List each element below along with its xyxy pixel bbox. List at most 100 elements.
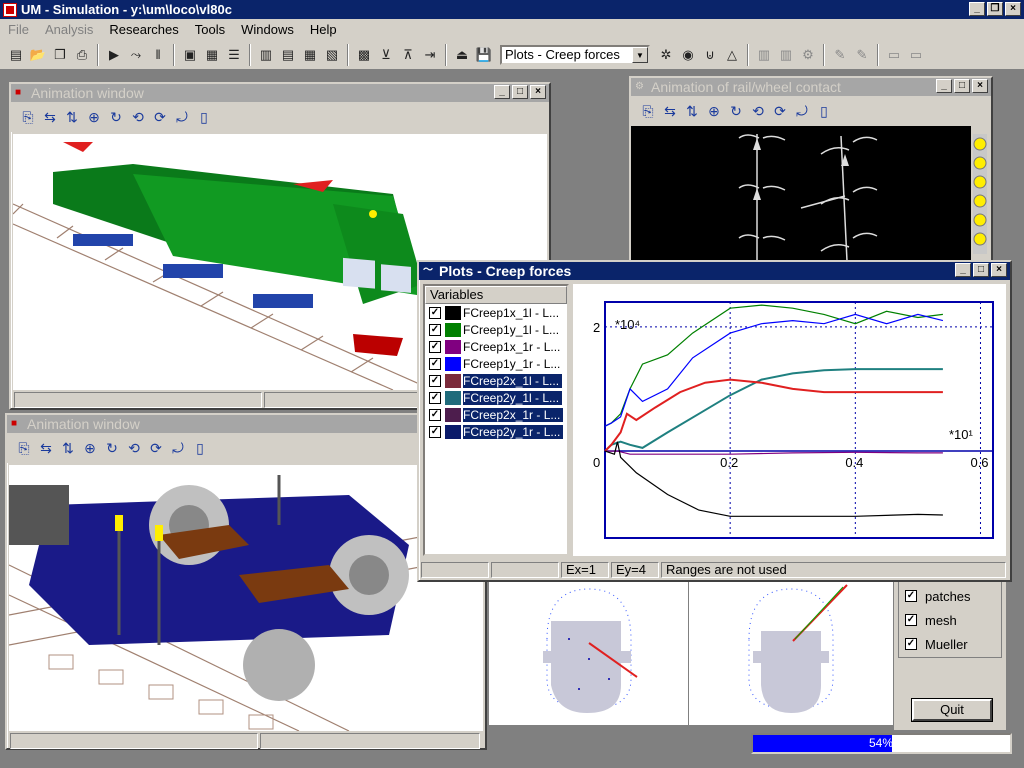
variable-checkbox[interactable]: ✓ (429, 306, 441, 319)
zoom-icon[interactable]: ⊕ (81, 439, 99, 457)
variable-checkbox[interactable]: ✓ (429, 408, 441, 421)
menu-windows[interactable]: Windows (233, 22, 302, 37)
menu-help[interactable]: Help (302, 22, 345, 37)
eye-icon[interactable]: ◉ (678, 45, 698, 65)
variable-item[interactable]: ✓ FCreep2y_1l - L... (425, 389, 567, 406)
rotate-icon[interactable]: ↻ (107, 108, 125, 126)
variable-item[interactable]: ✓ FCreep2y_1r - L... (425, 423, 567, 440)
axis-icon[interactable]: ⊻ (376, 45, 396, 65)
list-window-icon[interactable]: ☰ (224, 45, 244, 65)
variable-checkbox[interactable]: ✓ (429, 374, 441, 387)
run-icon[interactable]: ▶ (104, 45, 124, 65)
menu-researches[interactable]: Researches (101, 22, 186, 37)
maximize-button[interactable]: □ (512, 85, 528, 99)
menu-tools[interactable]: Tools (187, 22, 233, 37)
zoom-icon[interactable]: ⊕ (85, 108, 103, 126)
camera-icon[interactable]: ✲ (656, 45, 676, 65)
report-icon[interactable]: ▤ (278, 45, 298, 65)
variable-checkbox[interactable]: ✓ (429, 425, 441, 438)
plots-title-bar[interactable]: 〜 Plots - Creep forces _ □ × (419, 262, 1010, 280)
rotate-y-icon[interactable]: ⟳ (147, 439, 165, 457)
move-horizontal-icon[interactable]: ⇆ (661, 102, 679, 120)
rail-contact-scene[interactable] (631, 126, 971, 266)
animation-window-2-title-bar[interactable]: ■ Animation window (7, 415, 485, 433)
mesh-checkbox[interactable]: ✓ mesh (905, 608, 995, 632)
matrix-icon[interactable]: ▧ (322, 45, 342, 65)
load-icon[interactable]: ⏏ (452, 45, 472, 65)
minimize-button[interactable]: _ (955, 263, 971, 277)
calculator-icon[interactable]: ▩ (354, 45, 374, 65)
rotate-z-icon[interactable]: ⤾ (173, 108, 191, 126)
chevron-down-icon[interactable]: ▼ (632, 46, 648, 63)
bar-icon[interactable]: ▥ (754, 45, 774, 65)
move-vertical-icon[interactable]: ⇅ (59, 439, 77, 457)
close-button[interactable]: × (530, 85, 546, 99)
menu-file[interactable]: File (0, 22, 37, 37)
view-icon[interactable]: ▯ (191, 439, 209, 457)
rotate-x-icon[interactable]: ⟲ (749, 102, 767, 120)
triangle-icon[interactable]: △ (722, 45, 742, 65)
new-icon[interactable]: ▤ (6, 45, 26, 65)
rotate-z-icon[interactable]: ⤾ (169, 439, 187, 457)
copy-icon[interactable]: ⎘ (19, 108, 37, 126)
axis2-icon[interactable]: ⊼ (398, 45, 418, 65)
maximize-button[interactable]: □ (954, 79, 970, 93)
variable-item[interactable]: ✓ FCreep1y_1r - L... (425, 355, 567, 372)
variable-checkbox[interactable]: ✓ (429, 391, 441, 404)
variable-item[interactable]: ✓ FCreep2x_1r - L... (425, 406, 567, 423)
minimize-button[interactable]: _ (494, 85, 510, 99)
print-icon[interactable]: ⎙ (72, 45, 92, 65)
minimize-button[interactable]: _ (969, 2, 985, 16)
save-icon[interactable]: 💾 (474, 45, 494, 65)
close-button[interactable]: × (1005, 2, 1021, 16)
windows-icon[interactable]: ❐ (50, 45, 70, 65)
magnet-icon[interactable]: ⊍ (700, 45, 720, 65)
rotate-icon[interactable]: ↻ (103, 439, 121, 457)
menu-analysis[interactable]: Analysis (37, 22, 101, 37)
move-horizontal-icon[interactable]: ⇆ (37, 439, 55, 457)
variable-item[interactable]: ✓ FCreep1x_1l - L... (425, 304, 567, 321)
animation-window-icon[interactable]: ▣ (180, 45, 200, 65)
variable-item[interactable]: ✓ FCreep1y_1l - L... (425, 321, 567, 338)
rail-contact-title-bar[interactable]: ⚙ Animation of rail/wheel contact _ □ × (631, 78, 991, 96)
graph-window-icon[interactable]: ▦ (202, 45, 222, 65)
rotate-icon[interactable]: ↻ (727, 102, 745, 120)
pause-icon[interactable]: ‖ (148, 45, 168, 65)
view-icon[interactable]: ▯ (815, 102, 833, 120)
bogie-scene[interactable] (9, 465, 483, 731)
folder-icon[interactable]: ▭ (884, 45, 904, 65)
variable-item[interactable]: ✓ FCreep2x_1l - L... (425, 372, 567, 389)
minimize-button[interactable]: _ (936, 79, 952, 93)
rotate-z-icon[interactable]: ⤾ (793, 102, 811, 120)
plot-area[interactable]: 0 0.2 0.4 0.6 2 *10⁴ *10¹ (573, 284, 1006, 556)
view-icon[interactable]: ▯ (195, 108, 213, 126)
rotate-x-icon[interactable]: ⟲ (129, 108, 147, 126)
quit-button[interactable]: Quit (911, 698, 993, 722)
patches-checkbox[interactable]: ✓ patches (905, 584, 995, 608)
copy-icon[interactable]: ⎘ (15, 439, 33, 457)
move-vertical-icon[interactable]: ⇅ (63, 108, 81, 126)
close-button[interactable]: × (972, 79, 988, 93)
zoom-icon[interactable]: ⊕ (705, 102, 723, 120)
maximize-button[interactable]: □ (973, 263, 989, 277)
rotate-y-icon[interactable]: ⟳ (151, 108, 169, 126)
close-button[interactable]: × (991, 263, 1007, 277)
rotate-y-icon[interactable]: ⟳ (771, 102, 789, 120)
variable-checkbox[interactable]: ✓ (429, 340, 441, 353)
tool2-icon[interactable]: ✎ (852, 45, 872, 65)
export-icon[interactable]: ⇥ (420, 45, 440, 65)
bar2-icon[interactable]: ▥ (776, 45, 796, 65)
variable-checkbox[interactable]: ✓ (429, 357, 441, 370)
table-icon[interactable]: ▥ (256, 45, 276, 65)
plot-window-select[interactable]: Plots - Creep forces ▼ (500, 44, 650, 65)
move-vertical-icon[interactable]: ⇅ (683, 102, 701, 120)
move-horizontal-icon[interactable]: ⇆ (41, 108, 59, 126)
tool-icon[interactable]: ✎ (830, 45, 850, 65)
restore-button[interactable]: ❐ (987, 2, 1003, 16)
open-icon[interactable]: 📂 (28, 45, 48, 65)
folder2-icon[interactable]: ▭ (906, 45, 926, 65)
mueller-checkbox[interactable]: ✓ Mueller (905, 632, 995, 656)
animation-window-1-title-bar[interactable]: ■ Animation window _ □ × (11, 84, 549, 102)
variable-checkbox[interactable]: ✓ (429, 323, 441, 336)
gear-icon[interactable]: ⚙ (798, 45, 818, 65)
